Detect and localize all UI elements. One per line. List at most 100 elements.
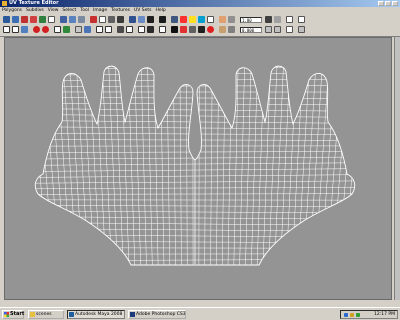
rotate-ccw-icon[interactable] <box>33 26 40 33</box>
stepper-icon[interactable] <box>265 26 272 33</box>
folder-icon <box>30 312 35 317</box>
uv-mesh-edge <box>35 126 355 130</box>
texture-borders-icon[interactable] <box>189 16 196 23</box>
menu-subdivs[interactable]: Subdivs <box>24 7 46 14</box>
refresh-icon[interactable] <box>274 26 281 33</box>
uv-mesh-edge <box>35 259 355 261</box>
exposure-icon[interactable] <box>198 26 205 33</box>
uv-mesh-edge <box>153 66 159 266</box>
volume-icon[interactable] <box>350 313 354 317</box>
uv-mesh-edge <box>245 66 252 266</box>
cut-uv-icon[interactable] <box>39 16 46 23</box>
menu-polygons[interactable]: Polygons <box>0 7 24 14</box>
uv-mesh-edge <box>210 66 213 266</box>
paste-uv-icon[interactable] <box>274 16 281 23</box>
minimize-icon[interactable] <box>378 1 384 6</box>
convert-selection-icon[interactable] <box>105 26 112 33</box>
select-face-icon[interactable] <box>21 26 28 33</box>
uv-mesh-edge <box>179 66 182 266</box>
uv-mesh-edge <box>314 66 330 266</box>
unfold-icon[interactable] <box>69 16 76 23</box>
sew-uv-icon[interactable] <box>48 16 55 23</box>
normalize-icon[interactable] <box>138 16 145 23</box>
copy-uv-icon[interactable] <box>265 16 272 23</box>
dim-image-icon[interactable] <box>198 16 205 23</box>
uv-mesh-edge <box>134 66 142 266</box>
relax-icon[interactable] <box>78 16 85 23</box>
pixel-snap-icon[interactable] <box>159 26 166 33</box>
vertical-scrollbar[interactable] <box>394 37 400 300</box>
shaded-display-icon[interactable] <box>180 16 187 23</box>
u-value-field[interactable]: 1.00 <box>240 17 262 23</box>
merge-uv-icon[interactable] <box>75 26 82 33</box>
title-bar: UV Texture Editor <box>0 0 400 7</box>
flip-u-icon[interactable] <box>21 16 28 23</box>
start-button[interactable]: Start <box>2 310 24 319</box>
pin-icon[interactable] <box>159 16 166 23</box>
maya-icon <box>69 312 74 317</box>
options-icon[interactable] <box>298 26 305 33</box>
uv-move-icon[interactable] <box>3 16 10 23</box>
uv-mesh-edge <box>75 66 89 266</box>
maximize-icon[interactable] <box>385 1 391 6</box>
uv-mesh-edge <box>35 114 355 118</box>
app-icon <box>2 1 7 6</box>
rgb-channel-icon[interactable] <box>171 26 178 33</box>
select-uv-icon[interactable] <box>3 26 10 33</box>
display-image-icon[interactable] <box>219 16 226 23</box>
task-maya[interactable]: Autodesk Maya 2008 <box>67 310 125 319</box>
security-icon[interactable] <box>356 313 360 317</box>
view-transform-icon[interactable] <box>219 26 226 33</box>
cut-edge-icon[interactable] <box>54 26 61 33</box>
isolate-icon[interactable] <box>286 16 293 23</box>
checker-icon[interactable] <box>189 26 196 33</box>
uv-wireframe-canvas[interactable] <box>5 38 391 299</box>
image-range-icon[interactable] <box>138 26 145 33</box>
select-edge-icon[interactable] <box>12 26 19 33</box>
menu-uv-sets[interactable]: UV Sets <box>132 7 154 14</box>
task-label: Autodesk Maya 2008 <box>75 312 123 317</box>
split-uv-icon[interactable] <box>84 26 91 33</box>
align-v-icon[interactable] <box>99 16 106 23</box>
menu-image[interactable]: Image <box>91 7 109 14</box>
menu-view[interactable]: View <box>46 7 61 14</box>
v-value-field[interactable]: 0.000 <box>240 27 262 33</box>
menu-tool[interactable]: Tool <box>78 7 91 14</box>
select-shell-icon[interactable] <box>147 16 154 23</box>
snapshot-icon[interactable] <box>108 16 115 23</box>
gamma-icon[interactable] <box>207 26 214 33</box>
rotate-cw-icon[interactable] <box>42 26 49 33</box>
grid-uv-icon[interactable] <box>60 16 67 23</box>
flip-v-icon[interactable] <box>30 16 37 23</box>
task-scenes[interactable]: scenes <box>28 310 64 319</box>
view-facing-icon[interactable] <box>207 16 214 23</box>
uv-viewport[interactable] <box>4 37 392 300</box>
move-sew-icon[interactable] <box>63 26 70 33</box>
alpha-channel-icon[interactable] <box>180 26 187 33</box>
network-icon[interactable] <box>344 313 348 317</box>
align-u-icon[interactable] <box>90 16 97 23</box>
grid-display-icon[interactable] <box>171 16 178 23</box>
layout-icon[interactable] <box>117 16 124 23</box>
display-mode-icon[interactable] <box>228 26 235 33</box>
filter-icon[interactable] <box>228 16 235 23</box>
menu-help[interactable]: Help <box>154 7 168 14</box>
uv-mesh-edge <box>204 66 207 266</box>
menu-textures[interactable]: Textures <box>109 7 132 14</box>
uv-snap-icon[interactable] <box>147 26 154 33</box>
select-border-icon[interactable] <box>96 26 103 33</box>
task-photoshop[interactable]: Adobe Photoshop CS3 <box>128 310 186 319</box>
uv-rotate-icon[interactable] <box>12 16 19 23</box>
texture-tile-icon[interactable] <box>117 26 124 33</box>
menu-select[interactable]: Select <box>60 7 78 14</box>
system-tray: 12:17 PM <box>340 310 398 319</box>
straighten-icon[interactable] <box>129 16 136 23</box>
uv-mesh-edge <box>11 63 30 270</box>
uv-mesh-edge <box>303 66 317 266</box>
wireframe-icon[interactable] <box>126 26 133 33</box>
uv-mesh-edge <box>285 66 297 266</box>
frame-all-icon[interactable] <box>298 16 305 23</box>
close-icon[interactable] <box>392 1 398 6</box>
uv-mesh-edge <box>35 162 355 166</box>
frame-selected-icon[interactable] <box>286 26 293 33</box>
